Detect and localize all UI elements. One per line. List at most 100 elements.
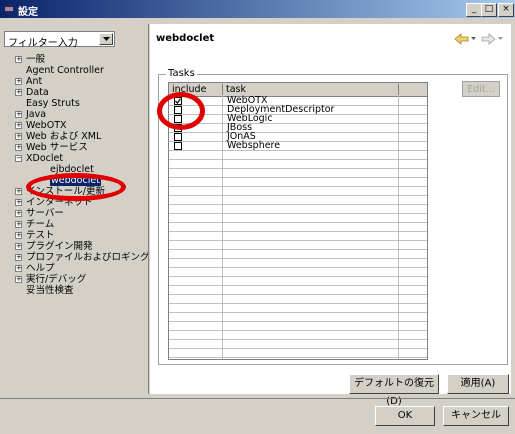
expand-icon[interactable]: +	[15, 243, 22, 250]
restore-defaults-button[interactable]: デフォルトの復元(D)	[349, 374, 439, 407]
collapse-icon[interactable]: −	[15, 155, 22, 162]
table-row	[169, 187, 427, 196]
include-checkbox[interactable]	[174, 133, 182, 141]
expand-icon[interactable]: +	[15, 232, 22, 239]
tree-item[interactable]: + 一般	[15, 54, 145, 65]
tree-item[interactable]: + プロファイルおよびロギング	[15, 252, 150, 263]
tree-item-label[interactable]: ヘルプ	[26, 263, 55, 274]
separator	[0, 398, 515, 399]
arrow-right-icon[interactable]	[480, 33, 496, 45]
tree-item[interactable]: + Data	[15, 87, 145, 98]
close-button[interactable]: ×	[498, 3, 514, 17]
tree-item[interactable]: + テスト	[15, 230, 145, 241]
chevron-down-icon[interactable]	[471, 37, 476, 41]
tree-item-label[interactable]: 実行/デバッグ	[26, 274, 86, 285]
table-row	[169, 286, 427, 295]
tree-item-label[interactable]: Data	[26, 87, 49, 98]
expand-icon[interactable]: +	[15, 254, 22, 261]
title-bar[interactable]: 設定 _ □ ×	[0, 0, 515, 18]
table-row	[169, 295, 427, 304]
table-row	[169, 304, 427, 313]
tree-item-label[interactable]: テスト	[26, 230, 55, 241]
tree-item-label[interactable]: XDoclet	[26, 153, 63, 164]
tree-item-label[interactable]: プラグイン開発	[26, 241, 93, 252]
table-row[interactable]: JOnAS	[169, 132, 427, 142]
tree-item[interactable]: + サーバー	[15, 208, 145, 219]
tree-item[interactable]: + Ant	[15, 76, 145, 87]
tree-item[interactable]: + Web および XML	[15, 131, 145, 142]
chevron-down-icon	[103, 37, 110, 41]
tree-item-label[interactable]: Java	[26, 109, 46, 120]
minimize-label: _	[471, 4, 477, 14]
column-task[interactable]: task	[223, 84, 399, 95]
tasks-table[interactable]: include task WebOTX DeploymentDescriptor W…	[168, 82, 428, 360]
tree-item-label[interactable]: Easy Struts	[26, 98, 80, 109]
table-row	[169, 259, 427, 268]
tree-item[interactable]: + 実行/デバッグ	[15, 274, 145, 285]
tree-item-label[interactable]: 一般	[26, 54, 45, 65]
expand-icon[interactable]: +	[15, 144, 22, 151]
table-row	[169, 151, 427, 160]
table-row	[169, 178, 427, 187]
apply-button[interactable]: 適用(A)	[447, 374, 509, 394]
tree-item[interactable]: + Java	[15, 109, 145, 120]
highlight-ring-webdoclet	[26, 173, 126, 201]
edit-button[interactable]: Edit...	[462, 81, 500, 97]
tree-item-label[interactable]: WebOTX	[26, 120, 67, 131]
filter-combo[interactable]: フィルター入力	[4, 31, 115, 49]
expand-icon[interactable]: +	[15, 89, 22, 96]
expand-icon[interactable]: +	[15, 199, 22, 206]
include-checkbox[interactable]	[174, 142, 182, 150]
expand-icon[interactable]: +	[15, 265, 22, 272]
tree-item-label[interactable]: Agent Controller	[26, 65, 104, 76]
expand-icon[interactable]: +	[15, 56, 22, 63]
cancel-button[interactable]: キャンセル	[443, 406, 509, 426]
table-row	[169, 160, 427, 169]
tree-item[interactable]: − XDoclet	[15, 153, 145, 164]
tree-item-label[interactable]: チーム	[26, 219, 54, 230]
tree-item-label[interactable]: サーバー	[26, 208, 64, 219]
task-name: Websphere	[227, 140, 281, 151]
tree-item-label[interactable]: Web および XML	[26, 131, 101, 142]
expand-icon[interactable]: +	[15, 78, 22, 85]
filter-input[interactable]: フィルター入力	[8, 34, 78, 49]
tree-item-label[interactable]: プロファイルおよびロギング	[26, 252, 150, 263]
tree-item-label[interactable]: 妥当性検査	[26, 285, 74, 296]
arrow-left-icon[interactable]	[454, 33, 470, 45]
expand-icon[interactable]: +	[15, 188, 22, 195]
tree-item[interactable]: + チーム	[15, 219, 145, 230]
panel-divider[interactable]	[148, 24, 149, 394]
table-row	[169, 268, 427, 277]
table-row[interactable]: JBoss	[169, 123, 427, 133]
table-row	[169, 196, 427, 205]
expand-icon[interactable]: +	[15, 210, 22, 217]
expand-icon[interactable]: +	[15, 111, 22, 118]
tree-item[interactable]: + WebOTX	[15, 120, 145, 131]
expand-icon[interactable]: +	[15, 276, 22, 283]
chevron-down-icon[interactable]	[498, 37, 503, 41]
table-row	[169, 358, 427, 359]
table-row[interactable]: Websphere	[169, 140, 427, 151]
minimize-button[interactable]: _	[466, 3, 482, 17]
table-row	[169, 250, 427, 259]
tree-item[interactable]: Agent Controller	[15, 65, 145, 76]
tree-item[interactable]: + プラグイン開発	[15, 241, 145, 252]
ok-button[interactable]: OK	[375, 406, 435, 426]
expand-icon[interactable]: +	[15, 221, 22, 228]
table-row[interactable]: WebLogic	[169, 114, 427, 124]
expand-icon[interactable]: +	[15, 122, 22, 129]
filter-dropdown-button[interactable]	[99, 33, 113, 45]
tree-item[interactable]: Easy Struts	[15, 98, 145, 109]
tasks-group-label: Tasks	[166, 68, 197, 79]
table-row	[169, 205, 427, 214]
tree-item[interactable]: + Web サービス	[15, 142, 145, 153]
expand-icon[interactable]: +	[15, 133, 22, 140]
tree-item-label[interactable]: Ant	[26, 76, 42, 87]
preferences-window: 設定 _ □ × フィルター入力 + 一般 Agent Controller + Ant…	[0, 0, 515, 434]
table-row[interactable]: DeploymentDescriptor	[169, 105, 427, 115]
maximize-label: □	[484, 4, 494, 14]
maximize-button[interactable]: □	[481, 3, 497, 17]
tree-item-label[interactable]: Web サービス	[26, 142, 88, 153]
tree-item[interactable]: 妥当性検査	[15, 285, 145, 296]
tree-item[interactable]: + ヘルプ	[15, 263, 145, 274]
